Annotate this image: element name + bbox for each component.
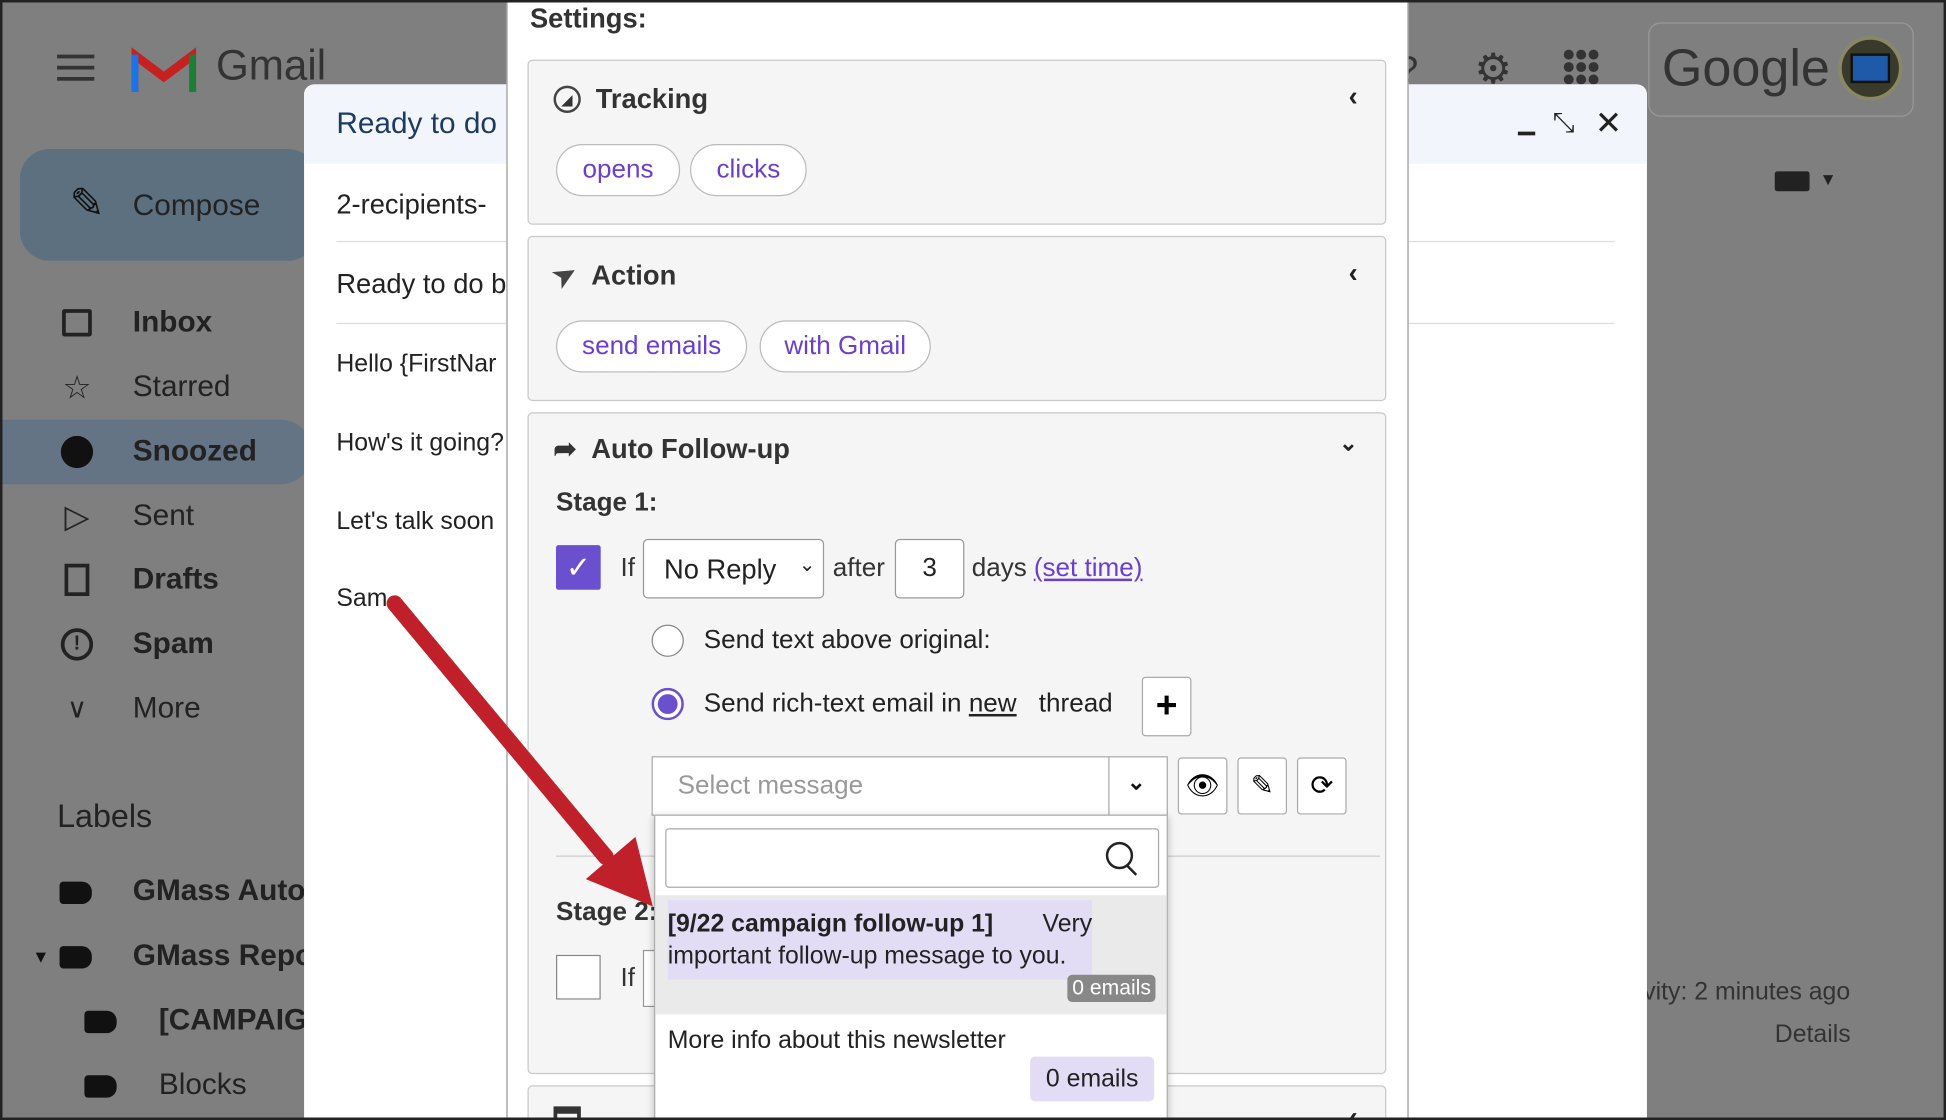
screenshot-canvas: Gmail ? ⚙ Google ✎ Compose Inbox ☆ Starr… <box>0 0 1946 1120</box>
arrow-shaft <box>386 595 614 865</box>
annotation-arrow <box>386 595 653 907</box>
